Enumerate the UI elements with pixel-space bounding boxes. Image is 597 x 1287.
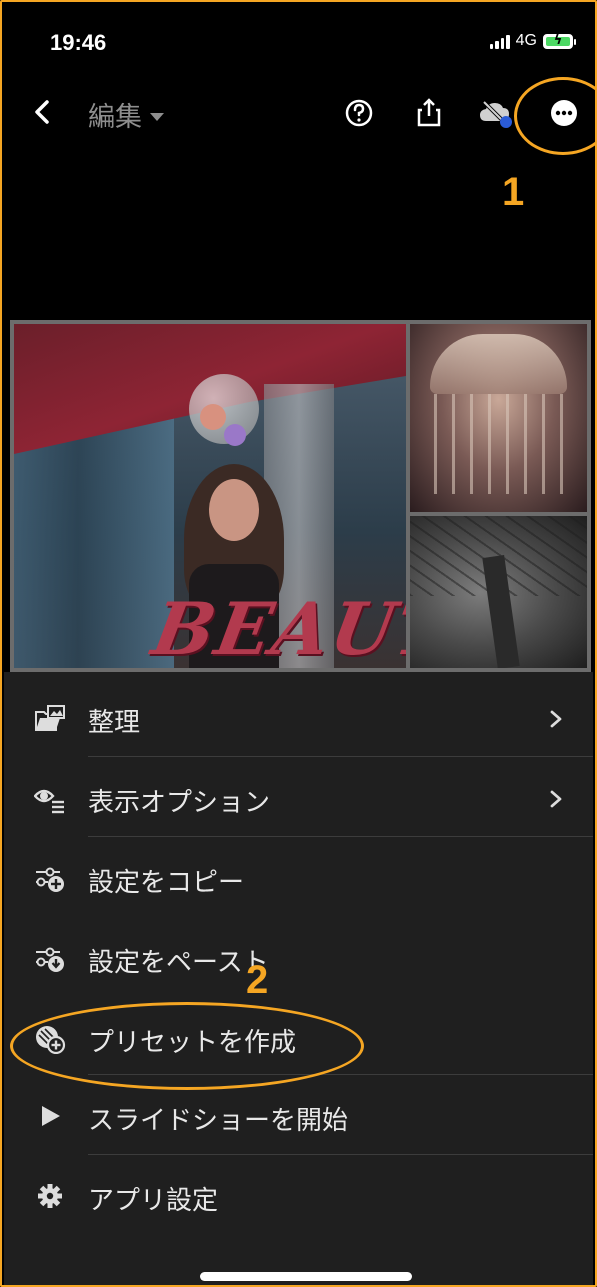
edit-mode-dropdown[interactable]: 編集 — [88, 95, 164, 134]
home-indicator[interactable] — [200, 1272, 412, 1281]
caret-down-icon — [150, 112, 164, 121]
annotation-step-1: 1 — [502, 170, 525, 214]
gear-icon — [38, 1184, 62, 1208]
menu-item-label: アプリ設定 — [88, 1186, 219, 1216]
menu-item-label: スライドショーを開始 — [88, 1106, 349, 1136]
more-icon[interactable] — [547, 96, 581, 130]
menu-item-copy-settings[interactable]: 設定をコピー — [4, 838, 593, 918]
photo-tree — [410, 516, 587, 668]
menu-item-create-preset[interactable]: プリセットを作成 — [4, 998, 593, 1078]
photo-collage: BEAUTY — [10, 320, 591, 672]
menu-item-label: 設定をペースト — [88, 948, 269, 978]
cloud-off-icon[interactable] — [478, 96, 512, 130]
overlay-text: BEAUTY — [146, 586, 406, 668]
menu-item-label: プリセットを作成 — [88, 1028, 297, 1058]
chevron-right-icon — [550, 790, 562, 808]
menu-item-app-settings[interactable]: アプリ設定 — [4, 1156, 593, 1236]
status-indicators: 4G ϟ — [489, 32, 576, 50]
battery-icon: ϟ — [543, 33, 576, 49]
divider — [88, 1074, 593, 1075]
menu-item-organize[interactable]: 整理 — [4, 678, 593, 758]
back-icon[interactable] — [32, 94, 52, 130]
share-icon[interactable] — [412, 96, 446, 130]
more-menu: 整理 表示オプション 設定をコピー 設定をペースト プリセットを作成 スライドシ… — [4, 672, 593, 1285]
app-screen: 19:46 4G ϟ 編集 1 BEAUTY 整理 表示オプション 設定をコピー… — [0, 0, 597, 1287]
divider — [88, 756, 593, 757]
create-preset-icon — [36, 1026, 66, 1054]
copy-settings-icon — [36, 867, 64, 892]
edit-mode-label: 編集 — [88, 102, 142, 133]
play-icon — [42, 1106, 60, 1126]
menu-item-label: 表示オプション — [88, 788, 271, 818]
status-time: 19:46 — [50, 30, 107, 55]
view-options-icon — [34, 789, 64, 814]
organize-icon — [35, 705, 65, 731]
chevron-right-icon — [550, 710, 562, 728]
paste-settings-icon — [36, 947, 64, 972]
photo-carousel — [410, 324, 587, 512]
help-icon[interactable] — [342, 96, 376, 130]
photo-main: BEAUTY — [14, 324, 406, 668]
network-type: 4G — [515, 32, 537, 49]
divider — [88, 1154, 593, 1155]
annotation-step-2: 2 — [246, 958, 269, 1002]
menu-item-paste-settings[interactable]: 設定をペースト — [4, 918, 593, 998]
signal-icon — [489, 33, 510, 49]
divider — [88, 836, 593, 837]
menu-item-start-slideshow[interactable]: スライドショーを開始 — [4, 1076, 593, 1156]
menu-item-label: 整理 — [88, 708, 141, 738]
menu-item-view-options[interactable]: 表示オプション — [4, 758, 593, 838]
menu-item-label: 設定をコピー — [88, 868, 245, 898]
